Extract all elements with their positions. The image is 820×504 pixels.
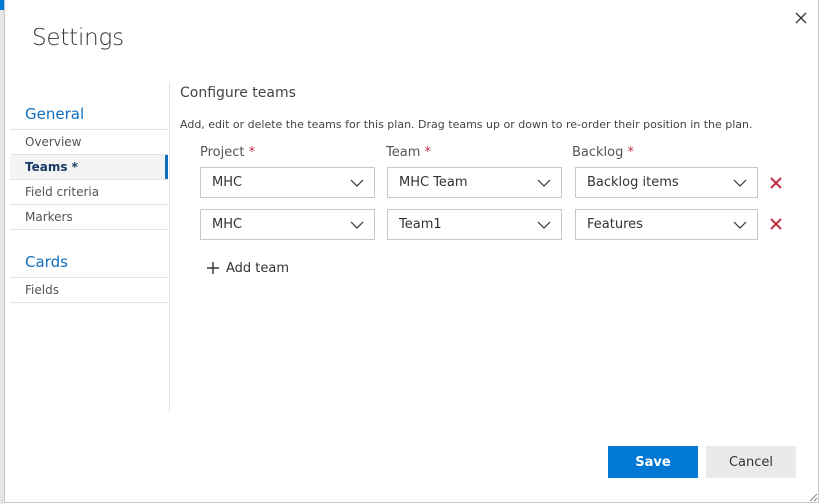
chevron-down-icon [350,179,364,187]
required-marker: * [424,145,432,160]
team-dropdown[interactable]: MHC Team [387,167,562,198]
column-header-backlog-label: Backlog [572,145,624,160]
nav-section-cards: Cards [25,253,68,271]
nav-item-fields[interactable]: Fields [10,277,168,303]
close-button[interactable] [790,7,812,29]
column-header-team: Team * [386,145,431,160]
add-team-label: Add team [226,260,290,276]
plus-icon [207,262,219,274]
dialog-title: Settings [32,25,124,51]
nav-list-cards: Fields [10,277,168,303]
section-description: Add, edit or delete the teams for this p… [180,118,753,131]
resize-grip-icon[interactable] [808,492,818,502]
save-button[interactable]: Save [608,446,698,478]
delete-team-button[interactable] [768,175,784,191]
required-marker: * [248,145,256,160]
team-value: MHC Team [399,175,468,190]
project-value: MHC [212,175,243,190]
backlog-dropdown[interactable]: Backlog items [575,167,758,198]
required-marker: * [627,145,635,160]
backlog-value: Features [587,217,643,232]
project-dropdown[interactable]: MHC [200,167,375,198]
column-header-team-label: Team [386,145,421,160]
column-header-project: Project * [200,145,255,160]
nav-item-markers[interactable]: Markers [10,205,168,230]
add-team-button[interactable]: Add team [206,258,289,278]
nav-divider [169,82,170,412]
column-header-backlog: Backlog * [572,145,634,160]
nav-item-overview[interactable]: Overview [10,129,168,155]
backlog-dropdown[interactable]: Features [575,209,758,240]
settings-dialog: Settings General Overview Teams * Field … [4,0,819,503]
chevron-down-icon [537,221,551,229]
nav-item-teams[interactable]: Teams * [10,155,168,180]
chevron-down-icon [350,221,364,229]
delete-team-button[interactable] [768,216,784,232]
column-header-project-label: Project [200,145,245,160]
nav-section-general: General [25,105,85,123]
chevron-down-icon [733,221,747,229]
team-value: Team1 [399,217,442,232]
nav-item-field-criteria[interactable]: Field criteria [10,180,168,205]
project-dropdown[interactable]: MHC [200,209,375,240]
team-dropdown[interactable]: Team1 [387,209,562,240]
section-heading: Configure teams [180,85,296,101]
chevron-down-icon [733,179,747,187]
chevron-down-icon [537,179,551,187]
project-value: MHC [212,217,243,232]
delete-x-icon [770,177,782,189]
cancel-button[interactable]: Cancel [706,446,796,478]
backlog-value: Backlog items [587,175,679,190]
delete-x-icon [770,218,782,230]
close-icon [795,12,807,24]
nav-list-general: Overview Teams * Field criteria Markers [10,129,168,230]
